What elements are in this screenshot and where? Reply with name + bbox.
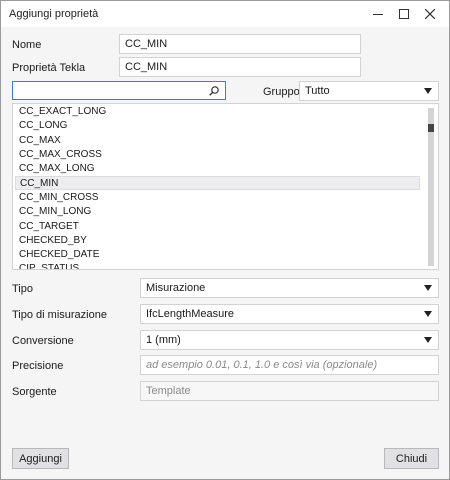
name-label: Nome <box>12 39 42 51</box>
list-item[interactable]: CC_MIN_CROSS <box>15 191 420 205</box>
list-item[interactable]: CC_MAX <box>15 134 420 148</box>
close-button[interactable] <box>419 1 441 27</box>
chevron-down-icon <box>424 88 432 94</box>
precision-field[interactable]: ad esempio 0.01, 0.1, 1.0 e così via (op… <box>140 355 439 375</box>
list-item[interactable]: CHECKED_DATE <box>15 248 420 262</box>
close-dialog-button[interactable]: Chiudi <box>384 448 439 469</box>
group-select[interactable]: Tutto <box>299 81 439 101</box>
add-property-dialog: Aggiungi proprietà Nome CC_MIN Proprietà… <box>0 0 450 480</box>
conversion-label: Conversione <box>12 335 74 347</box>
minimize-icon <box>373 14 383 15</box>
tekla-property-label: Proprietà Tekla <box>12 62 86 74</box>
chevron-down-icon <box>424 311 432 317</box>
list-item-selected[interactable]: CC_MIN <box>15 176 420 190</box>
measure-type-select-value: IfcLengthMeasure <box>146 308 235 320</box>
list-item[interactable]: CC_TARGET <box>15 220 420 234</box>
measure-type-label: Tipo di misurazione <box>12 309 107 321</box>
maximize-icon <box>399 9 409 19</box>
search-icon[interactable] <box>209 86 219 96</box>
source-field: Template <box>140 381 439 401</box>
name-field[interactable]: CC_MIN <box>119 34 361 54</box>
type-select[interactable]: Misurazione <box>140 278 439 298</box>
property-list[interactable]: CC_EXACT_LONG CC_LONG CC_MAX CC_MAX_CROS… <box>12 103 439 270</box>
title-bar: Aggiungi proprietà <box>1 1 449 27</box>
list-item[interactable]: CC_MAX_LONG <box>15 162 420 176</box>
list-item[interactable]: CC_LONG <box>15 119 420 133</box>
source-label: Sorgente <box>12 386 57 398</box>
list-item[interactable]: CIP_STATUS <box>15 262 420 269</box>
add-button[interactable]: Aggiungi <box>12 448 69 469</box>
group-select-value: Tutto <box>305 85 330 97</box>
list-item[interactable]: CC_EXACT_LONG <box>15 105 420 119</box>
chevron-down-icon <box>424 337 432 343</box>
chevron-down-icon <box>424 285 432 291</box>
close-icon <box>425 9 435 19</box>
list-item[interactable]: CHECKED_BY <box>15 234 420 248</box>
list-item[interactable]: CC_MIN_LONG <box>15 205 420 219</box>
conversion-select-value: 1 (mm) <box>146 334 181 346</box>
scrollbar-thumb[interactable] <box>428 124 434 132</box>
measure-type-select[interactable]: IfcLengthMeasure <box>140 304 439 324</box>
maximize-button[interactable] <box>393 1 415 27</box>
type-label: Tipo <box>12 283 33 295</box>
list-item[interactable]: CC_MAX_CROSS <box>15 148 420 162</box>
group-label: Gruppo <box>263 86 300 98</box>
search-input[interactable] <box>12 81 226 100</box>
tekla-property-field[interactable]: CC_MIN <box>119 57 361 77</box>
minimize-button[interactable] <box>367 1 389 27</box>
type-select-value: Misurazione <box>146 282 206 294</box>
window-title: Aggiungi proprietà <box>9 8 99 20</box>
precision-label: Precisione <box>12 360 64 372</box>
conversion-select[interactable]: 1 (mm) <box>140 330 439 350</box>
